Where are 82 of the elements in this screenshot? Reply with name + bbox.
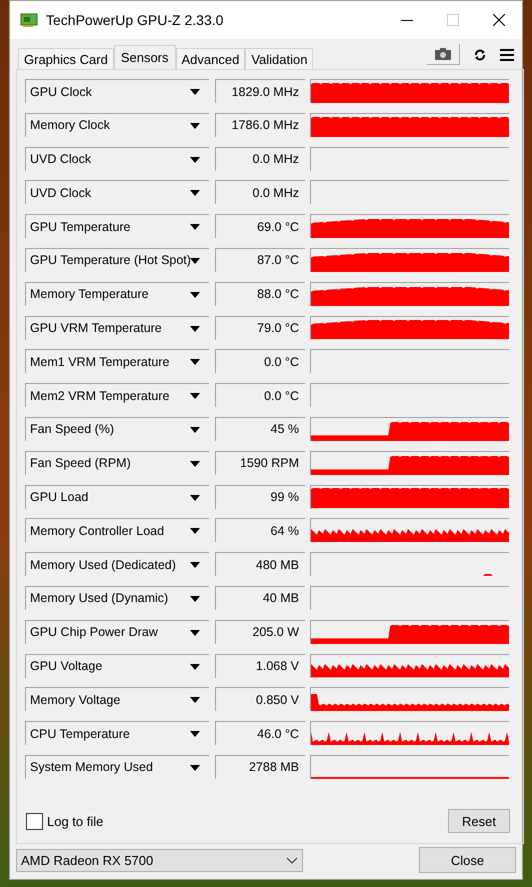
sensor-dropdown[interactable]: Fan Speed (RPM)	[25, 450, 209, 475]
caret-icon	[190, 89, 200, 95]
sensor-value: 1590 RPM	[215, 450, 305, 475]
sensor-value: 46.0 °C	[215, 721, 305, 746]
sensor-dropdown[interactable]: Fan Speed (%)	[25, 416, 209, 441]
close-button[interactable]: Close	[419, 847, 516, 873]
sensor-value: 2788 MB	[215, 754, 305, 779]
caret-icon	[190, 697, 200, 704]
close-icon	[493, 14, 505, 26]
sensor-value: 205.0 W	[215, 620, 305, 644]
caret-icon	[190, 258, 200, 264]
sensor-dropdown[interactable]: GPU Temperature (Hot Spot)	[25, 248, 209, 272]
sensor-dropdown[interactable]: Memory Used (Dedicated)	[25, 552, 209, 576]
sensor-value: 64 %	[215, 518, 305, 542]
sensor-dropdown[interactable]: UVD Clock	[25, 180, 209, 204]
caret-icon	[190, 190, 200, 196]
caret-icon	[190, 122, 200, 129]
sensor-value: 1829.0 MHz	[215, 79, 305, 103]
caret-icon	[190, 630, 200, 636]
caret-icon	[190, 326, 200, 332]
caret-icon	[190, 156, 200, 163]
sensor-dropdown[interactable]: GPU Voltage	[25, 654, 209, 678]
caret-icon	[190, 596, 200, 602]
sensor-dropdown[interactable]: GPU Temperature	[25, 214, 209, 238]
sensor-value: 1786.0 MHz	[215, 112, 305, 137]
menu-icon[interactable]	[500, 48, 514, 60]
sensor-dropdown[interactable]: Memory Voltage	[25, 687, 209, 712]
reset-button[interactable]: Reset	[448, 809, 510, 833]
caret-icon	[190, 528, 200, 534]
camera-icon	[435, 48, 451, 60]
sensor-value: 0.0 MHz	[215, 146, 305, 171]
sensor-value: 0.0 °C	[215, 383, 305, 408]
caret-icon	[190, 460, 200, 467]
sensor-dropdown[interactable]: GPU VRM Temperature	[25, 316, 209, 340]
sensor-dropdown[interactable]: Mem1 VRM Temperature	[25, 349, 209, 374]
caret-icon	[190, 359, 200, 366]
gpu-select[interactable]: AMD Radeon RX 5700	[16, 848, 303, 872]
caret-icon	[190, 664, 200, 670]
checkbox-label: Log to file	[47, 814, 104, 828]
tab[interactable]: Graphics Card	[18, 48, 114, 69]
maximize-icon	[447, 14, 459, 26]
sensor-dropdown[interactable]: GPU Chip Power Draw	[25, 620, 209, 644]
sensor-value: 40 MB	[215, 586, 305, 610]
tab[interactable]: Validation	[245, 48, 314, 69]
caret-icon	[190, 426, 200, 433]
sensor-value: 1.068 V	[215, 654, 305, 678]
window-title: TechPowerUp GPU-Z 2.33.0	[46, 12, 224, 28]
sensor-value: 69.0 °C	[215, 214, 305, 238]
caret-icon	[190, 393, 200, 400]
sensor-dropdown[interactable]: CPU Temperature	[25, 721, 209, 746]
sensor-value: 0.0 °C	[215, 349, 305, 374]
sensor-dropdown[interactable]: Memory Controller Load	[25, 518, 209, 542]
sensor-dropdown[interactable]: Mem2 VRM Temperature	[25, 383, 209, 408]
chevron-down-icon	[286, 856, 298, 864]
caret-icon	[190, 494, 200, 501]
graph-drawing	[483, 574, 494, 576]
refresh-icon[interactable]	[474, 48, 486, 60]
tab[interactable]: Advanced	[176, 48, 246, 69]
tab[interactable]: Sensors	[114, 45, 176, 70]
log-checkbox[interactable]	[26, 812, 43, 830]
sensor-dropdown[interactable]: GPU Clock	[25, 79, 209, 103]
sensor-value: 45 %	[215, 416, 305, 441]
sensor-dropdown[interactable]: Memory Used (Dynamic)	[25, 586, 209, 610]
sensor-value: 0.0 MHz	[215, 180, 305, 204]
sensor-value: 0.850 V	[215, 687, 305, 712]
sensor-dropdown[interactable]: Memory Temperature	[25, 282, 209, 306]
caret-icon	[190, 764, 200, 771]
sensor-value: 79.0 °C	[215, 316, 305, 340]
caret-icon	[190, 731, 200, 738]
sensor-value: 99 %	[215, 484, 305, 509]
sensor-dropdown[interactable]: GPU Load	[25, 484, 209, 509]
caret-icon	[190, 224, 200, 230]
sensor-dropdown[interactable]: System Memory Used	[25, 754, 209, 779]
sensor-value: 88.0 °C	[215, 282, 305, 306]
caret-icon	[190, 292, 200, 298]
sensor-value: 480 MB	[215, 552, 305, 576]
sensor-value: 87.0 °C	[215, 248, 305, 272]
sensor-dropdown[interactable]: Memory Clock	[25, 112, 209, 137]
caret-icon	[190, 562, 200, 568]
sensor-dropdown[interactable]: UVD Clock	[25, 146, 209, 171]
graphics-card-icon	[20, 12, 38, 28]
camera-button[interactable]	[427, 44, 460, 65]
